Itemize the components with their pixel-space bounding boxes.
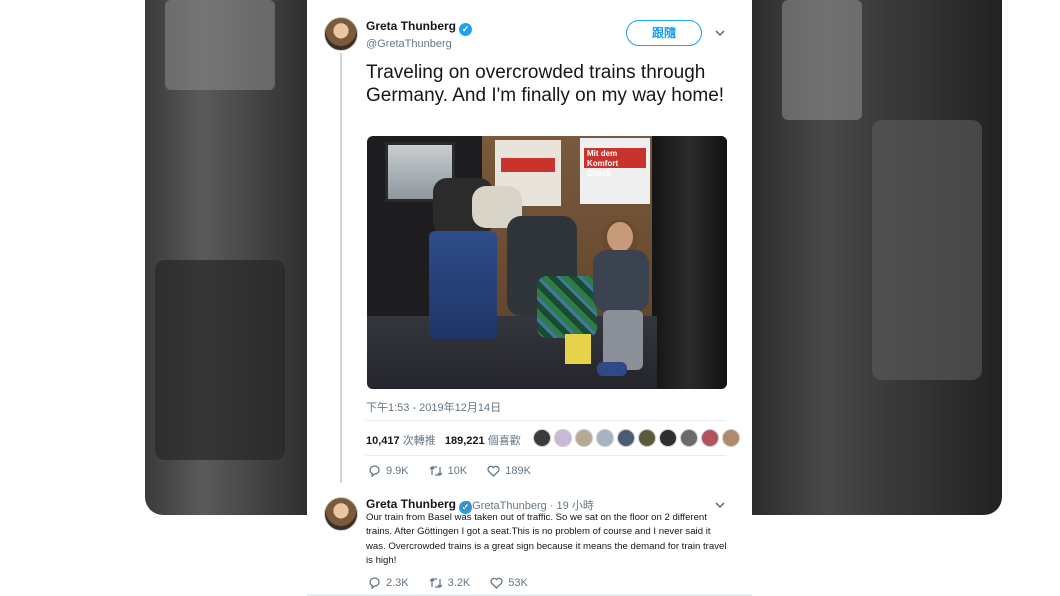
liker-avatar[interactable] <box>701 429 719 447</box>
photo-blue-suitcase <box>429 231 497 339</box>
liker-avatar[interactable] <box>638 429 656 447</box>
like-action[interactable]: 53K <box>490 576 528 589</box>
heart-icon <box>487 465 500 477</box>
retweet-count-label[interactable]: 次轉推 <box>403 435 436 447</box>
photo-poster-right: Mit dem Komfort Check <box>580 138 650 204</box>
reply-count: 9.9K <box>386 464 409 477</box>
liker-avatar[interactable] <box>596 429 614 447</box>
author-name-text[interactable]: Greta Thunberg <box>366 19 456 33</box>
liker-avatar[interactable] <box>722 429 740 447</box>
reply-avatar[interactable] <box>324 497 358 531</box>
like-count-label[interactable]: 個喜歡 <box>488 435 521 447</box>
tweet-card: Greta Thunberg ✓ @GretaThunberg 跟隨 Travel… <box>307 0 752 596</box>
author-handle[interactable]: @GretaThunberg <box>366 38 452 50</box>
reply-icon <box>368 464 381 477</box>
liker-avatar[interactable] <box>554 429 572 447</box>
retweet-action[interactable]: 10K <box>429 464 468 477</box>
reply-text: Our train from Basel was taken out of tr… <box>366 512 727 567</box>
blurred-background-right <box>752 0 1002 515</box>
heart-icon <box>490 577 503 589</box>
reply-action[interactable]: 9.9K <box>368 464 409 477</box>
liker-avatars[interactable] <box>533 429 740 447</box>
reply-action[interactable]: 2.3K <box>368 576 409 589</box>
like-action-count: 189K <box>505 464 531 477</box>
tweet-text: Traveling on overcrowded trains through … <box>366 62 725 106</box>
liker-avatar[interactable] <box>659 429 677 447</box>
avatar[interactable] <box>324 17 358 51</box>
liker-avatar[interactable] <box>575 429 593 447</box>
photo-yellow-box <box>565 334 591 364</box>
reply-like-count: 53K <box>508 576 528 589</box>
follow-button[interactable]: 跟隨 <box>626 20 702 46</box>
photo-plaid-backpack <box>537 276 597 338</box>
retweet-action-count: 10K <box>447 464 468 477</box>
chevron-down-icon[interactable] <box>715 30 725 40</box>
reply-icon <box>368 576 381 589</box>
divider <box>366 455 726 456</box>
retweet-count[interactable]: 10,417 <box>366 435 400 447</box>
like-count[interactable]: 189,221 <box>445 435 485 447</box>
like-action[interactable]: 189K <box>487 464 531 477</box>
liker-avatar[interactable] <box>680 429 698 447</box>
retweet-action[interactable]: 3.2K <box>429 576 471 589</box>
photo-poster-text: Mit dem Komfort Check <box>584 148 646 178</box>
blurred-background-left <box>145 0 307 515</box>
author-name[interactable]: Greta Thunberg ✓ <box>366 19 473 36</box>
liker-avatar[interactable] <box>533 429 551 447</box>
retweet-icon <box>429 577 443 589</box>
photo-door <box>652 136 727 389</box>
reply-actions: 2.3K 3.2K 53K <box>368 576 528 589</box>
photo-person <box>589 220 651 382</box>
liker-avatar[interactable] <box>617 429 635 447</box>
reply-retweet-count: 3.2K <box>447 576 471 589</box>
retweet-icon <box>429 465 443 477</box>
divider <box>366 420 726 421</box>
tweet-photo[interactable]: Mit dem Komfort Check <box>367 136 727 389</box>
thread-connector <box>340 53 342 483</box>
tweet-actions: 9.9K 10K 189K <box>368 464 531 477</box>
verified-badge-icon: ✓ <box>459 23 473 36</box>
tweet-timestamp[interactable]: 下午1:53 - 2019年12月14日 <box>366 399 501 415</box>
reply-reply-count: 2.3K <box>386 576 409 589</box>
reply-author-name-text[interactable]: Greta Thunberg <box>366 497 456 511</box>
engagement-stats: 10,417 次轉推 189,221 個喜歡 <box>366 432 521 448</box>
